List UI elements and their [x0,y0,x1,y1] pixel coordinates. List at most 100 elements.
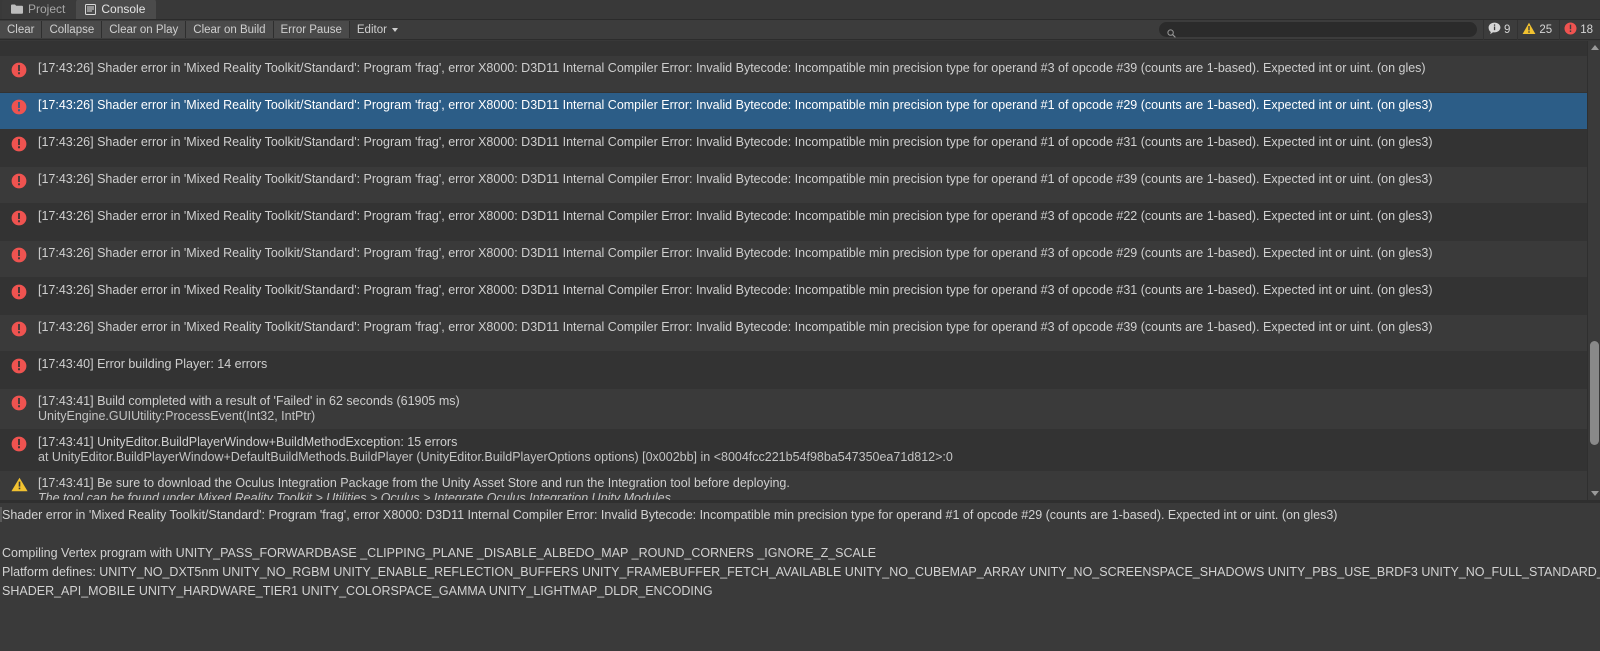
entry-type-icon-11 [0,435,38,452]
search-box[interactable] [1159,22,1477,38]
console-entry-list[interactable]: [17:43:26] Shader error in 'Mixed Realit… [0,41,1600,500]
tab-project-label: Project [28,2,66,16]
scroll-thumb[interactable] [1590,341,1599,445]
entry-type-icon-12 [0,476,38,492]
console-entry-4[interactable]: [17:43:26] Shader error in 'Mixed Realit… [0,167,1600,204]
clear-on-play-button[interactable]: Clear on Play [102,21,187,38]
info-count-value: 9 [1504,23,1511,36]
console-toolbar: Clear Collapse Clear on Play Clear on Bu… [0,19,1600,40]
console-entry-8[interactable]: [17:43:26] Shader error in 'Mixed Realit… [0,315,1600,352]
entry-line1-7: [17:43:26] Shader error in 'Mixed Realit… [38,283,1433,297]
entry-type-icon-3 [0,135,38,152]
entry-message-1: [17:43:26] Shader error in 'Mixed Realit… [38,61,1446,76]
collapse-button-label: Collapse [49,23,95,36]
clear-button-label: Clear [7,23,35,36]
entry-line2-12: The tool can be found under Mixed Realit… [38,491,671,500]
clear-button[interactable]: Clear [0,21,43,38]
clear-on-play-button-label: Clear on Play [109,23,179,36]
entry-line1-6: [17:43:26] Shader error in 'Mixed Realit… [38,246,1433,260]
tab-console[interactable]: Console [76,0,157,19]
console-entry-6[interactable]: [17:43:26] Shader error in 'Mixed Realit… [0,241,1600,278]
console-entry-1[interactable]: [17:43:26] Shader error in 'Mixed Realit… [0,56,1600,93]
console-icon [85,3,97,15]
console-entry-5[interactable]: [17:43:26] Shader error in 'Mixed Realit… [0,204,1600,241]
detail-line-4: SHADER_API_MOBILE UNITY_HARDWARE_TIER1 U… [2,584,713,598]
info-count[interactable]: 9 [1483,19,1517,40]
entry-message-3: [17:43:26] Shader error in 'Mixed Realit… [38,135,1453,150]
entry-type-icon-7 [0,283,38,300]
error-pause-button[interactable]: Error Pause [273,21,350,38]
entry-line1-3: [17:43:26] Shader error in 'Mixed Realit… [38,135,1433,149]
entry-line1-9: [17:43:40] Error building Player: 14 err… [38,357,268,371]
entry-message-6: [17:43:26] Shader error in 'Mixed Realit… [38,246,1453,261]
console-entry-11[interactable]: [17:43:41] UnityEditor.BuildPlayerWindow… [0,430,1600,471]
detail-line-2: Compiling Vertex program with UNITY_PASS… [2,546,877,560]
entry-message-12: [17:43:41] Be sure to download the Oculu… [38,476,810,500]
entry-message-7: [17:43:26] Shader error in 'Mixed Realit… [38,283,1453,298]
entry-line1-10: [17:43:41] Build completed with a result… [38,394,460,408]
entry-line1-5: [17:43:26] Shader error in 'Mixed Realit… [38,209,1433,223]
error-icon [1564,22,1577,38]
editor-dropdown-label: Editor [356,23,387,36]
folder-icon [11,4,23,14]
tab-console-label: Console [101,2,146,16]
tab-project[interactable]: Project [2,0,77,19]
detail-line-3: Platform defines: UNITY_NO_DXT5nm UNITY_… [2,565,1600,579]
scroll-down-button[interactable] [1588,487,1600,500]
console-scrollbar[interactable] [1587,41,1600,500]
entry-message-5: [17:43:26] Shader error in 'Mixed Realit… [38,209,1453,224]
entry-line1-8: [17:43:26] Shader error in 'Mixed Realit… [38,320,1433,334]
entry-line1-2: [17:43:26] Shader error in 'Mixed Realit… [38,98,1433,112]
entry-type-icon-6 [0,246,38,263]
entry-message-2: [17:43:26] Shader error in 'Mixed Realit… [38,98,1453,113]
warning-icon [1522,22,1536,38]
entry-message-11: [17:43:41] UnityEditor.BuildPlayerWindow… [38,435,973,465]
entry-type-icon-9 [0,357,38,374]
entry-line2-10: UnityEngine.GUIUtility:ProcessEvent(Int3… [38,409,316,423]
entry-detail-pane[interactable]: Shader error in 'Mixed Reality Toolkit/S… [0,503,1600,651]
scroll-up-button[interactable] [1588,41,1600,54]
error-count-value: 18 [1580,23,1593,36]
entry-type-icon-2 [0,98,38,115]
info-icon [1488,22,1501,38]
console-entry-9[interactable]: [17:43:40] Error building Player: 14 err… [0,352,1600,389]
entry-type-icon-5 [0,209,38,226]
entry-type-icon-1 [0,61,38,78]
entry-type-icon-8 [0,320,38,337]
entry-line1-1: [17:43:26] Shader error in 'Mixed Realit… [38,61,1426,75]
detail-line-0: Shader error in 'Mixed Reality Toolkit/S… [2,508,1338,522]
chevron-down-icon [391,27,398,32]
warning-count-value: 25 [1539,23,1553,36]
entry-line1-11: [17:43:41] UnityEditor.BuildPlayerWindow… [38,435,458,449]
error-pause-button-label: Error Pause [280,23,342,36]
entry-message-4: [17:43:26] Shader error in 'Mixed Realit… [38,172,1453,187]
console-entry-12[interactable]: [17:43:41] Be sure to download the Oculu… [0,471,1600,500]
detail-line-1 [2,525,1600,544]
entry-message-9: [17:43:40] Error building Player: 14 err… [38,357,287,372]
toolbar-right-group: 9 25 18 [1159,19,1600,40]
console-entry-10[interactable]: [17:43:41] Build completed with a result… [0,389,1600,430]
tab-bar: Project Console [0,0,1600,20]
entry-type-icon-10 [0,394,38,411]
entry-line1-12: [17:43:41] Be sure to download the Oculu… [38,476,790,490]
chevron-down-icon [1590,491,1599,496]
console-entry-3[interactable]: [17:43:26] Shader error in 'Mixed Realit… [0,130,1600,167]
editor-dropdown[interactable]: Editor [349,21,405,38]
search-input[interactable] [1180,23,1469,36]
entry-message-8: [17:43:26] Shader error in 'Mixed Realit… [38,320,1453,335]
collapse-button[interactable]: Collapse [42,21,103,38]
console-entry-0[interactable]: [17:43:26] Shader error in 'Mixed Realit… [0,41,1600,56]
entry-line1-4: [17:43:26] Shader error in 'Mixed Realit… [38,172,1433,186]
entry-message-10: [17:43:41] Build completed with a result… [38,394,480,424]
warning-count[interactable]: 25 [1517,19,1559,40]
entry-type-icon-4 [0,172,38,189]
error-count[interactable]: 18 [1559,19,1600,40]
console-entry-2[interactable]: [17:43:26] Shader error in 'Mixed Realit… [0,93,1600,130]
text-cursor [0,507,2,522]
console-entry-7[interactable]: [17:43:26] Shader error in 'Mixed Realit… [0,278,1600,315]
search-icon [1167,25,1176,38]
clear-on-build-button-label: Clear on Build [193,23,266,36]
chevron-up-icon [1590,45,1599,50]
entry-line2-11: at UnityEditor.BuildPlayerWindow+Default… [38,450,953,464]
clear-on-build-button[interactable]: Clear on Build [186,21,274,38]
